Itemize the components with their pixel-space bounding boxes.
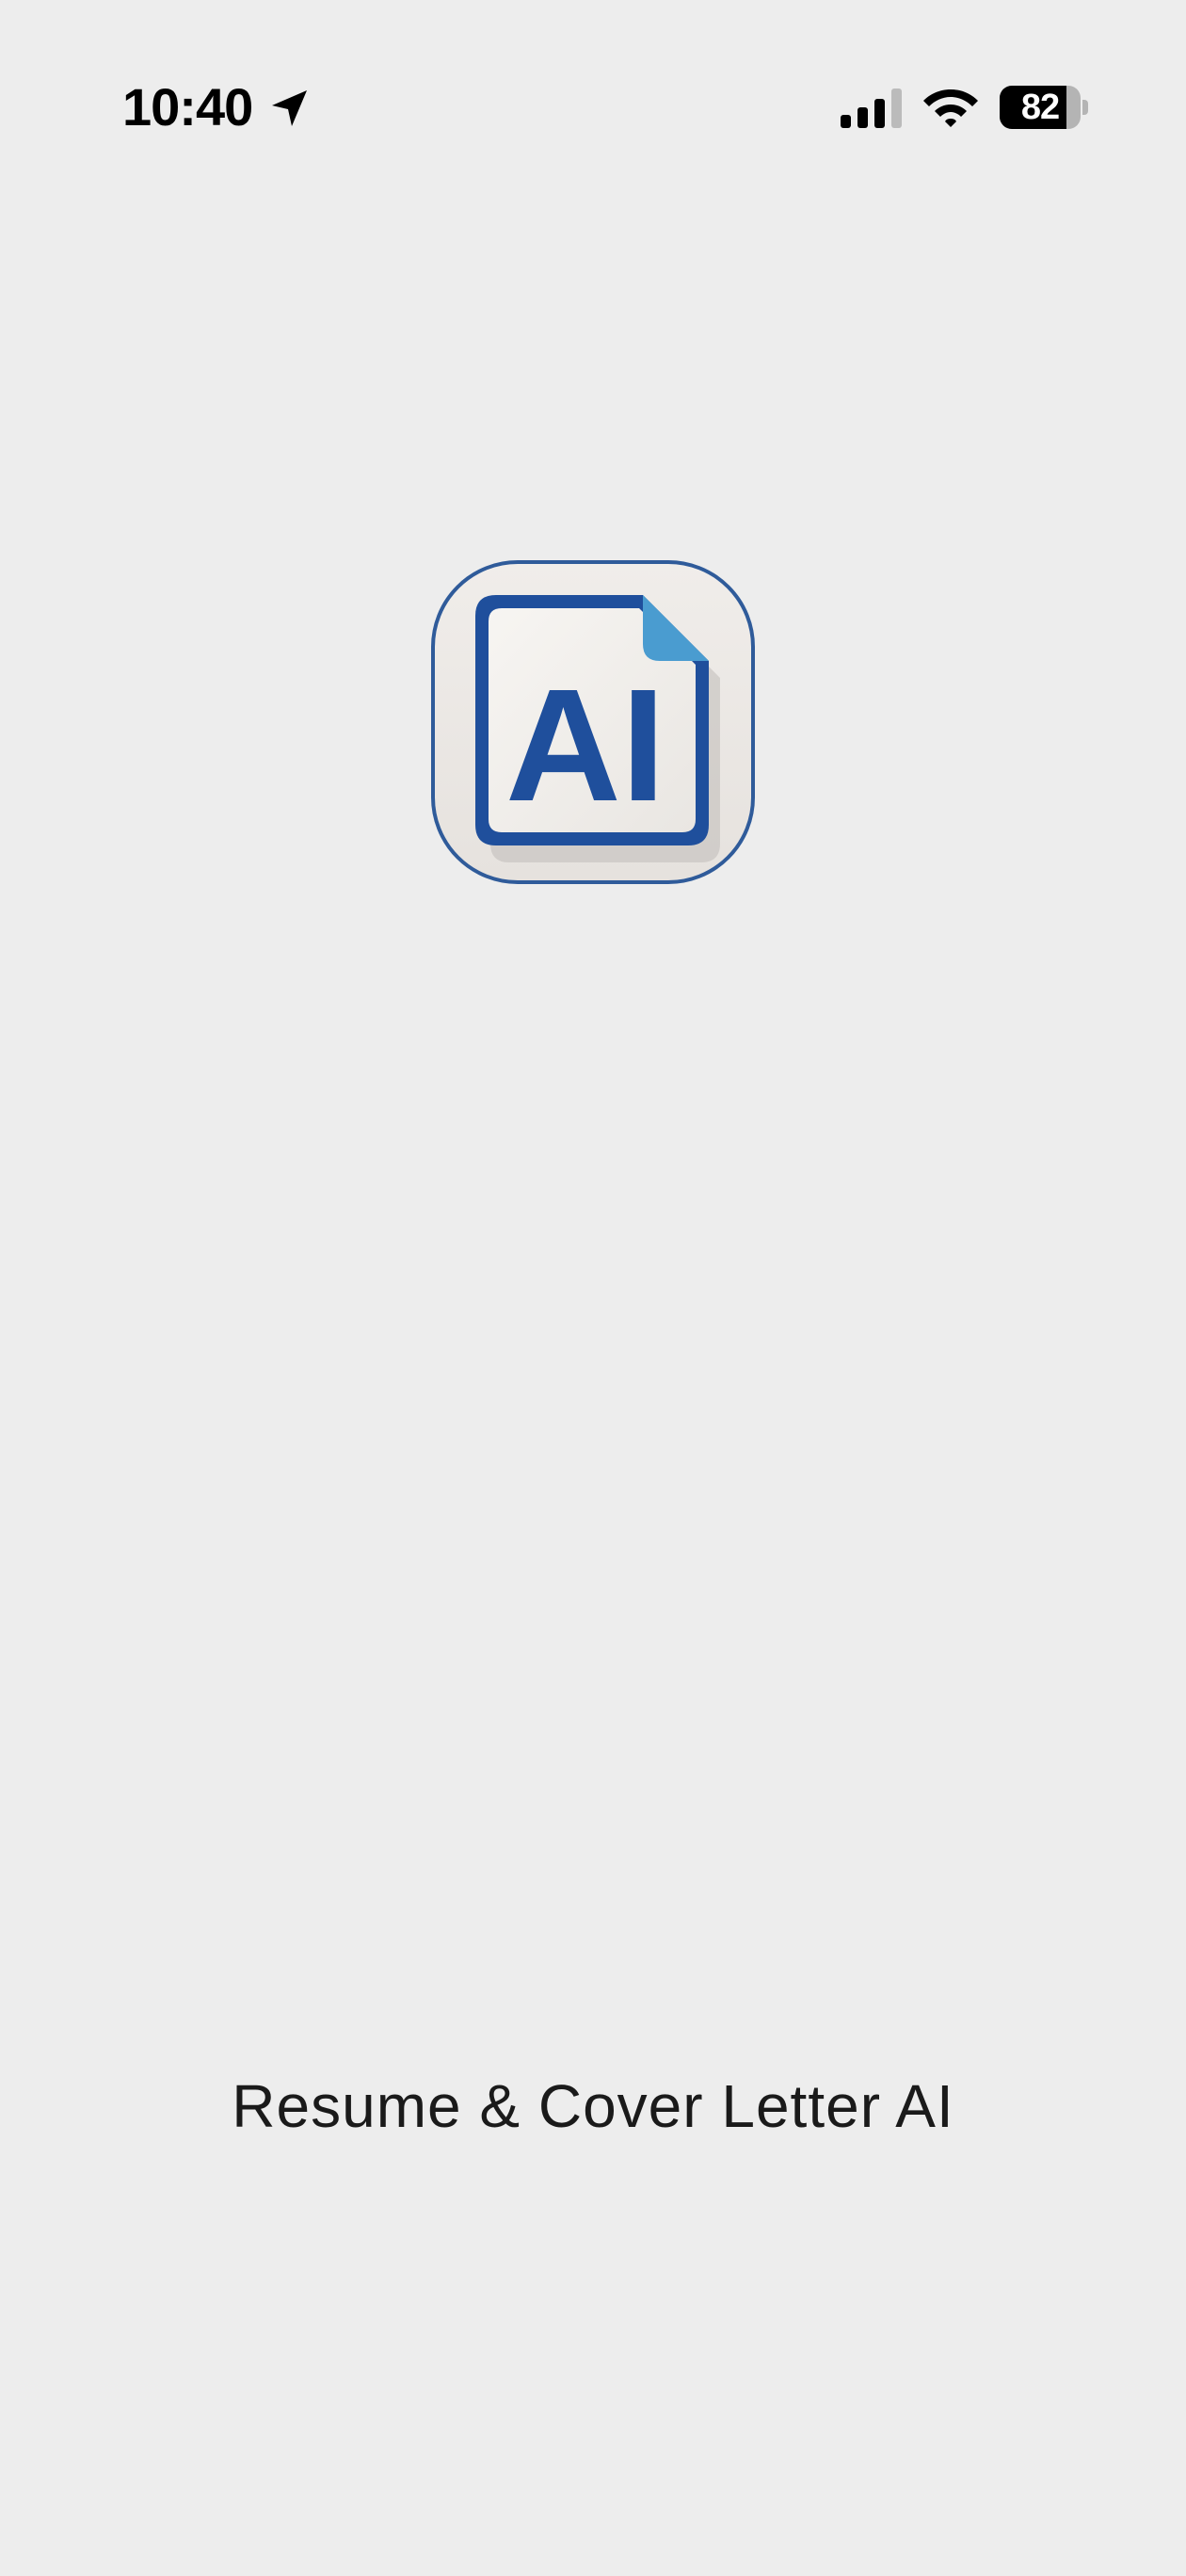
- app-name: Resume & Cover Letter AI: [232, 2072, 954, 2140]
- cellular-signal-icon: [841, 89, 902, 128]
- wifi-icon: [923, 89, 978, 127]
- app-logo-icon: AI: [431, 560, 755, 884]
- location-arrow-icon: [272, 90, 307, 126]
- logo-text: AI: [505, 656, 665, 835]
- status-bar: 10:40 82: [0, 0, 1186, 217]
- battery-icon: 82: [1000, 86, 1088, 129]
- status-time: 10:40: [122, 77, 253, 137]
- battery-level: 82: [1020, 88, 1060, 127]
- battery-cap: [1082, 100, 1088, 115]
- battery-body: 82: [1000, 86, 1081, 129]
